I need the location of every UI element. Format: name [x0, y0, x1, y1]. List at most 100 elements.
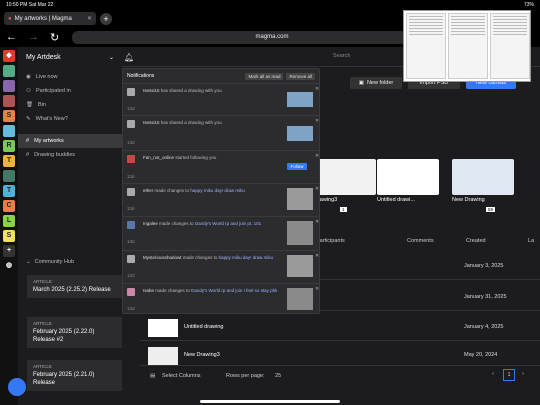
- artwork-card[interactable]: Drawing3 1: [314, 159, 376, 212]
- mark-all-read-button[interactable]: Mark all as read: [245, 72, 284, 80]
- row-created-date: January 4, 2025: [464, 324, 504, 330]
- sidebar-space-s1[interactable]: S: [3, 110, 15, 122]
- sidebar-space-s2[interactable]: S: [3, 230, 15, 242]
- dismiss-icon[interactable]: ✕: [315, 153, 319, 159]
- notif-thumbnail[interactable]: [287, 221, 313, 245]
- dismiss-icon[interactable]: ✕: [315, 118, 319, 124]
- col-last[interactable]: La: [528, 238, 534, 244]
- sidebar-space-t1[interactable]: T: [3, 155, 15, 167]
- artdesk-header[interactable]: My Artdesk ⌄: [18, 47, 122, 67]
- nav-whats-new[interactable]: ✎ What's New?: [18, 112, 122, 126]
- remove-all-button[interactable]: Remove all: [286, 72, 315, 80]
- page-number[interactable]: 1: [503, 369, 515, 381]
- notif-action: made changes to: [159, 221, 194, 226]
- article-card[interactable]: ARTICLE March 2025 (2.25.2) Release: [27, 275, 122, 298]
- reload-icon[interactable]: ↻: [50, 31, 72, 44]
- nav-label: Drawing buddies: [34, 152, 76, 158]
- nav-participated[interactable]: ⚇ Participated in: [18, 84, 122, 98]
- notif-thumbnail[interactable]: [287, 92, 313, 107]
- avatar[interactable]: [3, 65, 15, 77]
- notification-item[interactable]: Isessi15 has shared a drawing with you 1…: [123, 83, 319, 115]
- notification-text: Fan_not_online started following you: [143, 155, 283, 161]
- back-icon[interactable]: ←: [6, 31, 28, 43]
- sidebar-space-r[interactable]: R: [3, 140, 15, 152]
- next-page-icon[interactable]: ›: [522, 371, 524, 377]
- avatar[interactable]: [3, 125, 15, 137]
- notif-target-link[interactable]: Dandy's World rp and join I feel so stay…: [191, 288, 277, 293]
- chevron-down-icon: ⌄: [26, 259, 31, 265]
- notif-action: made changes to: [182, 255, 218, 260]
- notification-item[interactable]: ether made changes to happy miku day! dr…: [123, 183, 319, 216]
- notif-target-link[interactable]: happy miku day! draw miku: [219, 255, 274, 260]
- community-hub-toggle[interactable]: ⌄ Community Hub: [18, 257, 130, 267]
- notification-item[interactable]: Isabe made changes to Dandy's World rp a…: [123, 283, 319, 313]
- nav-bin[interactable]: 🗑 Bin: [18, 98, 122, 112]
- magma-favicon-icon: ●: [8, 15, 12, 22]
- bell-icon[interactable]: 🔔︎: [124, 53, 134, 62]
- notif-thumbnail[interactable]: [287, 126, 313, 141]
- follow-button[interactable]: Follow: [287, 163, 307, 170]
- nav-my-artworks[interactable]: # My artworks: [18, 134, 122, 148]
- notif-target-link[interactable]: happy miku day! draw miku: [190, 188, 245, 193]
- avatar[interactable]: [8, 378, 26, 396]
- notif-thumbnail[interactable]: [287, 288, 313, 310]
- dismiss-icon[interactable]: ✕: [315, 253, 319, 259]
- nav-drawing-buddies[interactable]: # Drawing buddies: [18, 148, 122, 162]
- avatar: [127, 155, 135, 163]
- notif-thumbnail[interactable]: [287, 255, 313, 277]
- new-tab-button[interactable]: +: [100, 12, 112, 25]
- trash-icon: 🗑: [26, 102, 33, 108]
- col-participants[interactable]: Participants: [316, 238, 345, 244]
- article-card[interactable]: ARTICLE February 2025 (2.21.0) Release: [27, 360, 122, 391]
- nav-live-now[interactable]: ◉ Live now: [18, 70, 122, 84]
- avatar[interactable]: [3, 170, 15, 182]
- notif-target-link[interactable]: Dandy's World rp and join pt. 101: [195, 221, 261, 226]
- sidebar-space-t2[interactable]: T: [3, 185, 15, 197]
- dismiss-icon[interactable]: ✕: [315, 86, 319, 92]
- notif-action: made changes to: [155, 288, 190, 293]
- magma-logo-icon[interactable]: ◆: [3, 50, 15, 62]
- notification-item[interactable]: Ingalee made changes to Dandy's World rp…: [123, 216, 319, 250]
- hash-icon: #: [26, 152, 30, 158]
- new-folder-button[interactable]: ▣ New folder: [350, 77, 402, 89]
- artwork-card[interactable]: New Drawing 59: [452, 159, 514, 212]
- rows-per-page-select[interactable]: 25: [275, 373, 281, 379]
- member-count-badge[interactable]: 59: [486, 207, 496, 212]
- notification-text: Isabe made changes to Dandy's World rp a…: [143, 288, 283, 294]
- chevron-down-icon[interactable]: ⌄: [109, 54, 114, 61]
- close-tab-icon[interactable]: ✕: [87, 15, 92, 22]
- article-card[interactable]: ARTICLE February 2025 (2.22.0) Release #…: [27, 317, 122, 348]
- notification-text: ether made changes to happy miku day! dr…: [143, 188, 283, 194]
- col-comments[interactable]: Comments: [407, 238, 434, 244]
- col-created[interactable]: Created: [466, 238, 486, 244]
- sidebar-space-c[interactable]: C: [3, 200, 15, 212]
- dismiss-icon[interactable]: ✕: [315, 219, 319, 225]
- notification-text: Mysteriousshadowt made changes to happy …: [143, 255, 283, 261]
- notification-item[interactable]: Isessi15 has shared a drawing with you 1…: [123, 115, 319, 150]
- forward-icon[interactable]: →: [28, 31, 50, 43]
- search-input[interactable]: Search: [333, 53, 403, 63]
- table-row[interactable]: Untitled drawing January 4, 2025: [140, 315, 540, 341]
- avatar[interactable]: [3, 80, 15, 92]
- artdesk-title: My Artdesk: [26, 53, 61, 61]
- dismiss-icon[interactable]: ✕: [315, 286, 319, 292]
- member-count-badge[interactable]: 1: [340, 207, 347, 212]
- dismiss-icon[interactable]: ✕: [315, 186, 319, 192]
- browser-tab[interactable]: ● My artworks | Magma ✕: [4, 12, 96, 25]
- rows-per-page-label: Rows per page:: [226, 373, 265, 379]
- prev-page-icon[interactable]: ‹: [492, 371, 494, 377]
- sidebar-space-l[interactable]: L: [3, 215, 15, 227]
- notification-item[interactable]: Mysteriousshadowt made changes to happy …: [123, 250, 319, 283]
- globe-icon[interactable]: ◍: [3, 260, 15, 272]
- avatar[interactable]: [3, 95, 15, 107]
- notification-text: Isessi15 has shared a drawing with you: [143, 88, 283, 94]
- notif-thumbnail[interactable]: [287, 188, 313, 210]
- select-columns-button[interactable]: Select Columns: [162, 373, 201, 379]
- add-space-icon[interactable]: +: [3, 245, 15, 257]
- article-title: February 2025 (2.21.0) Release: [33, 372, 95, 386]
- hash-icon: #: [26, 138, 30, 144]
- notification-item[interactable]: Fan_not_online started following you 13d…: [123, 150, 319, 183]
- article-title: March 2025 (2.25.2) Release: [33, 287, 111, 293]
- screenshot-preview[interactable]: [403, 10, 531, 82]
- artwork-card[interactable]: Untitled drawi...: [377, 159, 439, 203]
